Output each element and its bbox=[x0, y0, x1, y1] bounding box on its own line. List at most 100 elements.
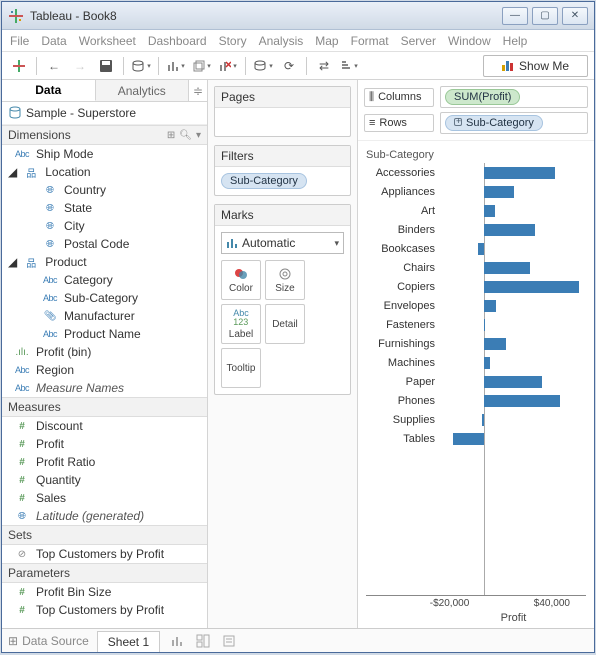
autoupdate-button[interactable] bbox=[252, 55, 274, 77]
menu-worksheet[interactable]: Worksheet bbox=[79, 34, 136, 48]
new-datasource-button[interactable] bbox=[130, 55, 152, 77]
chart-row-label: Accessories bbox=[366, 167, 441, 179]
save-button[interactable] bbox=[95, 55, 117, 77]
chart-row[interactable]: Phones bbox=[366, 391, 586, 410]
field-category[interactable]: AbcCategory bbox=[2, 271, 207, 289]
field-top_customers[interactable]: ⊘Top Customers by Profit bbox=[2, 545, 207, 563]
bar-icon bbox=[226, 237, 238, 249]
columns-shelf[interactable]: SUM(Profit) bbox=[440, 86, 588, 108]
chart-row[interactable]: Bookcases bbox=[366, 239, 586, 258]
chart-row[interactable]: Copiers bbox=[366, 277, 586, 296]
tableau-logo-icon[interactable] bbox=[8, 55, 30, 77]
maximize-button[interactable]: ▢ bbox=[532, 7, 558, 25]
clear-button[interactable] bbox=[217, 55, 239, 77]
chart-row[interactable]: Chairs bbox=[366, 258, 586, 277]
new-worksheet-button[interactable] bbox=[165, 55, 187, 77]
menu-format[interactable]: Format bbox=[351, 34, 389, 48]
datasource-tab[interactable]: ⊞Data Source bbox=[8, 634, 89, 648]
menu-data[interactable]: Data bbox=[41, 34, 66, 48]
chart-row-label: Paper bbox=[366, 376, 441, 388]
tab-menu-icon[interactable]: ≑ bbox=[189, 80, 207, 101]
field-region[interactable]: AbcRegion bbox=[2, 361, 207, 379]
dimensions-header: Dimensions ⊞🔍︎▾ bbox=[2, 125, 207, 145]
chart-row[interactable]: Paper bbox=[366, 372, 586, 391]
chart-row[interactable]: Accessories bbox=[366, 163, 586, 182]
field-manufacturer[interactable]: 📎︎Manufacturer bbox=[2, 307, 207, 325]
menu-map[interactable]: Map bbox=[315, 34, 338, 48]
menu-analysis[interactable]: Analysis bbox=[259, 34, 304, 48]
field-subcategory[interactable]: AbcSub-Category bbox=[2, 289, 207, 307]
chart-row[interactable]: Furnishings bbox=[366, 334, 586, 353]
marks-tooltip-button[interactable]: Tooltip bbox=[221, 348, 261, 388]
field-profit_bin_size[interactable]: #Profit Bin Size bbox=[2, 583, 207, 601]
marks-color-button[interactable]: Color bbox=[221, 260, 261, 300]
field-sales[interactable]: #Sales bbox=[2, 489, 207, 507]
datasource-name[interactable]: Sample - Superstore bbox=[26, 106, 136, 120]
menu-help[interactable]: Help bbox=[503, 34, 528, 48]
sort-asc-button[interactable] bbox=[339, 55, 361, 77]
filters-shelf[interactable]: Sub-Category bbox=[215, 167, 350, 195]
duplicate-button[interactable] bbox=[191, 55, 213, 77]
field-discount[interactable]: #Discount bbox=[2, 417, 207, 435]
rows-shelf[interactable]: Sub-Category bbox=[440, 112, 588, 134]
field-profit_ratio[interactable]: #Profit Ratio bbox=[2, 453, 207, 471]
chart-row[interactable]: Fasteners bbox=[366, 315, 586, 334]
chart-row[interactable]: Supplies bbox=[366, 410, 586, 429]
field-product_name[interactable]: AbcProduct Name bbox=[2, 325, 207, 343]
menu-file[interactable]: File bbox=[10, 34, 29, 48]
chart-row-label: Fasteners bbox=[366, 319, 441, 331]
sheet-tab-1[interactable]: Sheet 1 bbox=[97, 631, 160, 652]
field-ship_mode[interactable]: AbcShip Mode bbox=[2, 145, 207, 163]
swap-button[interactable]: ⇄ bbox=[313, 55, 335, 77]
dim-menu-icon[interactable]: ▾ bbox=[196, 130, 201, 141]
marks-label-button[interactable]: Abc123Label bbox=[221, 304, 261, 344]
field-quantity[interactable]: #Quantity bbox=[2, 471, 207, 489]
field-state[interactable]: 🌐︎State bbox=[2, 199, 207, 217]
chart-row[interactable]: Appliances bbox=[366, 182, 586, 201]
new-sheet-icon[interactable] bbox=[168, 633, 186, 649]
field-profit[interactable]: #Profit bbox=[2, 435, 207, 453]
chart-row[interactable]: Tables bbox=[366, 429, 586, 448]
field-city[interactable]: 🌐︎City bbox=[2, 217, 207, 235]
field-country[interactable]: 🌐︎Country bbox=[2, 181, 207, 199]
rows-pill-subcategory[interactable]: Sub-Category bbox=[445, 115, 543, 131]
chart-row-label: Envelopes bbox=[366, 300, 441, 312]
tab-analytics[interactable]: Analytics bbox=[96, 80, 190, 101]
close-button[interactable]: ✕ bbox=[562, 7, 588, 25]
pages-shelf[interactable] bbox=[215, 108, 350, 136]
filter-pill-subcategory[interactable]: Sub-Category bbox=[221, 173, 307, 189]
new-dashboard-icon[interactable] bbox=[194, 633, 212, 649]
field-profit_bin[interactable]: .ılı.Profit (bin) bbox=[2, 343, 207, 361]
new-story-icon[interactable] bbox=[220, 633, 238, 649]
forward-button[interactable]: → bbox=[69, 55, 91, 77]
dim-list-icon[interactable]: ⊞ bbox=[167, 130, 175, 141]
tab-data[interactable]: Data bbox=[2, 80, 96, 101]
chart-row-label: Bookcases bbox=[366, 243, 441, 255]
chart-row[interactable]: Art bbox=[366, 201, 586, 220]
marks-type-select[interactable]: Automatic bbox=[221, 232, 344, 254]
menu-window[interactable]: Window bbox=[448, 34, 491, 48]
field-top_customers[interactable]: #Top Customers by Profit bbox=[2, 601, 207, 619]
field-product[interactable]: ◢品Product bbox=[2, 253, 207, 271]
marks-detail-button[interactable]: Detail bbox=[265, 304, 305, 344]
chart-area[interactable]: Accessories AppliancesArtBinders Bookcases… bbox=[366, 163, 586, 596]
chart-row[interactable]: Envelopes bbox=[366, 296, 586, 315]
bottom-bar: ⊞Data Source Sheet 1 bbox=[2, 628, 594, 652]
marks-size-button[interactable]: Size bbox=[265, 260, 305, 300]
chart-row[interactable]: Binders bbox=[366, 220, 586, 239]
show-me-button[interactable]: Show Me bbox=[483, 55, 588, 77]
menu-dashboard[interactable]: Dashboard bbox=[148, 34, 207, 48]
field-measure_names[interactable]: AbcMeasure Names bbox=[2, 379, 207, 397]
columns-pill-profit[interactable]: SUM(Profit) bbox=[445, 89, 520, 105]
minimize-button[interactable]: — bbox=[502, 7, 528, 25]
field-location[interactable]: ◢品Location bbox=[2, 163, 207, 181]
menu-server[interactable]: Server bbox=[401, 34, 436, 48]
field-latitude[interactable]: 🌐︎Latitude (generated) bbox=[2, 507, 207, 525]
field-postal[interactable]: 🌐︎Postal Code bbox=[2, 235, 207, 253]
toolbar: ← → ⟳ ⇄ Show Me bbox=[2, 52, 594, 80]
refresh-button[interactable]: ⟳ bbox=[278, 55, 300, 77]
chart-row[interactable]: Machines bbox=[366, 353, 586, 372]
dim-search-icon[interactable]: 🔍︎ bbox=[179, 130, 192, 141]
menu-story[interactable]: Story bbox=[219, 34, 247, 48]
back-button[interactable]: ← bbox=[43, 55, 65, 77]
